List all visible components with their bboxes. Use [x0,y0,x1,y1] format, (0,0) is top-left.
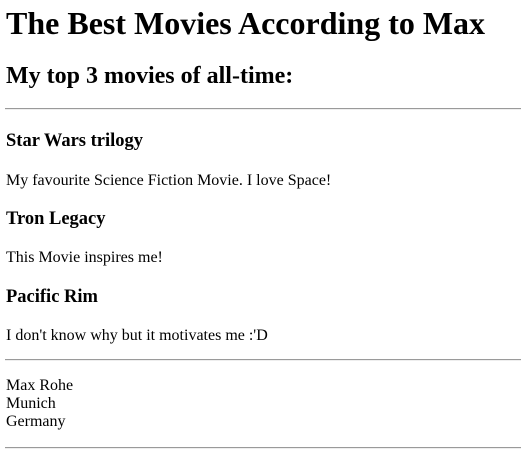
divider-bottom [5,447,521,449]
contact-address: Max Rohe Munich Germany [6,377,73,431]
divider-middle [5,359,521,361]
page-subtitle: My top 3 movies of all-time: [6,63,294,89]
movie-description-2: This Movie inspires me! [6,249,163,266]
movie-title-3: Pacific Rim [6,287,98,307]
movie-description-1: My favourite Science Fiction Movie. I lo… [6,172,332,189]
contact-city: Munich [6,395,56,412]
movie-title-1: Star Wars trilogy [6,131,144,151]
contact-country: Germany [6,413,66,430]
page-title: The Best Movies According to Max [6,5,486,41]
contact-name: Max Rohe [6,377,74,394]
movie-title-2: Tron Legacy [6,209,106,229]
movie-description-3: I don't know why but it motivates me :'D [6,327,268,344]
divider-top [5,108,521,110]
